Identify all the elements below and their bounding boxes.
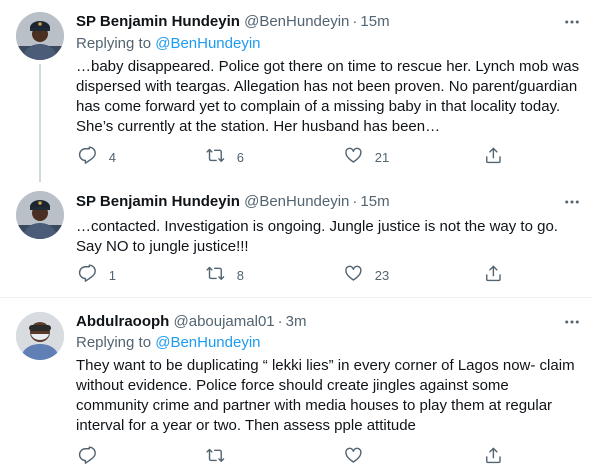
more-icon[interactable] xyxy=(562,192,582,212)
tweet-text: They want to be duplicating “ lekki lies… xyxy=(76,356,576,436)
more-icon[interactable] xyxy=(562,312,582,332)
timestamp[interactable]: 15m xyxy=(360,193,389,210)
retweet-count: 8 xyxy=(236,268,244,283)
replying-to-link[interactable]: @BenHundeyin xyxy=(155,35,260,52)
tweet-text-line: She’s currently at the station. Her husb… xyxy=(76,118,441,135)
like-count: 21 xyxy=(374,150,390,165)
thread-line xyxy=(39,64,41,182)
replying-prefix: Replying to xyxy=(76,35,152,52)
like-button[interactable]: 21 xyxy=(344,146,390,170)
like-icon xyxy=(344,146,363,170)
share-button[interactable] xyxy=(484,146,503,170)
separator-dot: · xyxy=(352,13,358,30)
retweet-button[interactable]: 6 xyxy=(206,148,244,168)
like-count: 23 xyxy=(374,268,390,283)
tweet-text: …baby disappeared. Police got there on t… xyxy=(76,57,580,137)
tweet-text-line: Say NO to jungle justice!!! xyxy=(76,238,249,255)
reply-count: 1 xyxy=(108,268,116,283)
reply-icon xyxy=(78,264,97,288)
tweet-actions xyxy=(76,446,516,470)
retweet-icon xyxy=(206,446,225,470)
avatar[interactable] xyxy=(16,12,64,60)
retweet-count: 6 xyxy=(236,150,244,165)
author-name[interactable]: SP Benjamin Hundeyin xyxy=(76,13,240,30)
tweet-text-line: …contacted. Investigation is ongoing. Ju… xyxy=(76,218,558,235)
retweet-button[interactable]: 8 xyxy=(206,266,244,286)
tweet-text-line: dispersed with teargas. Allegation has n… xyxy=(76,78,578,95)
separator-dot: · xyxy=(277,313,283,330)
like-icon xyxy=(344,264,363,288)
tweet-text-line: They want to be duplicating “ lekki lies… xyxy=(76,357,575,374)
separator-dot: · xyxy=(352,193,358,210)
tweet-text-line: without evidence. Police force should cr… xyxy=(76,377,509,394)
retweet-icon xyxy=(206,264,225,288)
tweet-text: …contacted. Investigation is ongoing. Ju… xyxy=(76,217,576,257)
replying-prefix: Replying to xyxy=(76,334,152,351)
author-handle[interactable]: @BenHundeyin xyxy=(244,13,349,30)
tweet-2[interactable]: SP Benjamin Hundeyin @BenHundeyin · 15m …c… xyxy=(0,182,592,295)
author-name[interactable]: SP Benjamin Hundeyin xyxy=(76,193,240,210)
like-button[interactable]: 23 xyxy=(344,264,390,288)
tweet-text-line: …baby disappeared. Police got there on t… xyxy=(76,58,580,75)
reply-count: 4 xyxy=(108,150,116,165)
replying-to: Replying to @BenHundeyin xyxy=(76,34,261,54)
replying-to: Replying to @BenHundeyin xyxy=(76,333,261,353)
retweet-icon xyxy=(206,146,225,170)
share-button[interactable] xyxy=(484,446,503,470)
avatar[interactable] xyxy=(16,191,64,239)
tweet-3[interactable]: Abdulraooph @aboujamal01 · 3m Replying to … xyxy=(0,298,592,473)
reply-icon xyxy=(78,446,97,470)
timestamp[interactable]: 15m xyxy=(360,13,389,30)
author-name[interactable]: Abdulraooph xyxy=(76,313,169,330)
tweet-actions: 4 6 21 xyxy=(76,146,516,170)
tweet-header: SP Benjamin Hundeyin @BenHundeyin · 15m xyxy=(76,192,390,212)
more-icon[interactable] xyxy=(562,12,582,32)
tweet-text-line: interval for a year or two. Then assess … xyxy=(76,417,416,434)
reply-button[interactable] xyxy=(78,446,97,470)
timestamp[interactable]: 3m xyxy=(286,313,307,330)
avatar[interactable] xyxy=(16,312,64,360)
like-icon xyxy=(344,446,363,470)
share-icon xyxy=(484,264,503,288)
share-icon xyxy=(484,446,503,470)
share-icon xyxy=(484,146,503,170)
tweet-1[interactable]: SP Benjamin Hundeyin @BenHundeyin · 15m Re… xyxy=(0,0,592,182)
author-handle[interactable]: @aboujamal01 xyxy=(174,313,275,330)
tweet-header: SP Benjamin Hundeyin @BenHundeyin · 15m xyxy=(76,12,390,32)
tweet-actions: 1 8 23 xyxy=(76,264,516,288)
tweet-text-line: has come forward yet to complain of a mi… xyxy=(76,98,561,115)
like-button[interactable] xyxy=(344,446,363,470)
share-button[interactable] xyxy=(484,264,503,288)
retweet-button[interactable] xyxy=(206,448,225,468)
tweet-text-line: community crime and partner with media h… xyxy=(76,397,553,414)
reply-button[interactable]: 1 xyxy=(78,264,116,288)
tweet-header: Abdulraooph @aboujamal01 · 3m xyxy=(76,312,306,332)
replying-to-link[interactable]: @BenHundeyin xyxy=(155,334,260,351)
reply-button[interactable]: 4 xyxy=(78,146,116,170)
author-handle[interactable]: @BenHundeyin xyxy=(244,193,349,210)
reply-icon xyxy=(78,146,97,170)
